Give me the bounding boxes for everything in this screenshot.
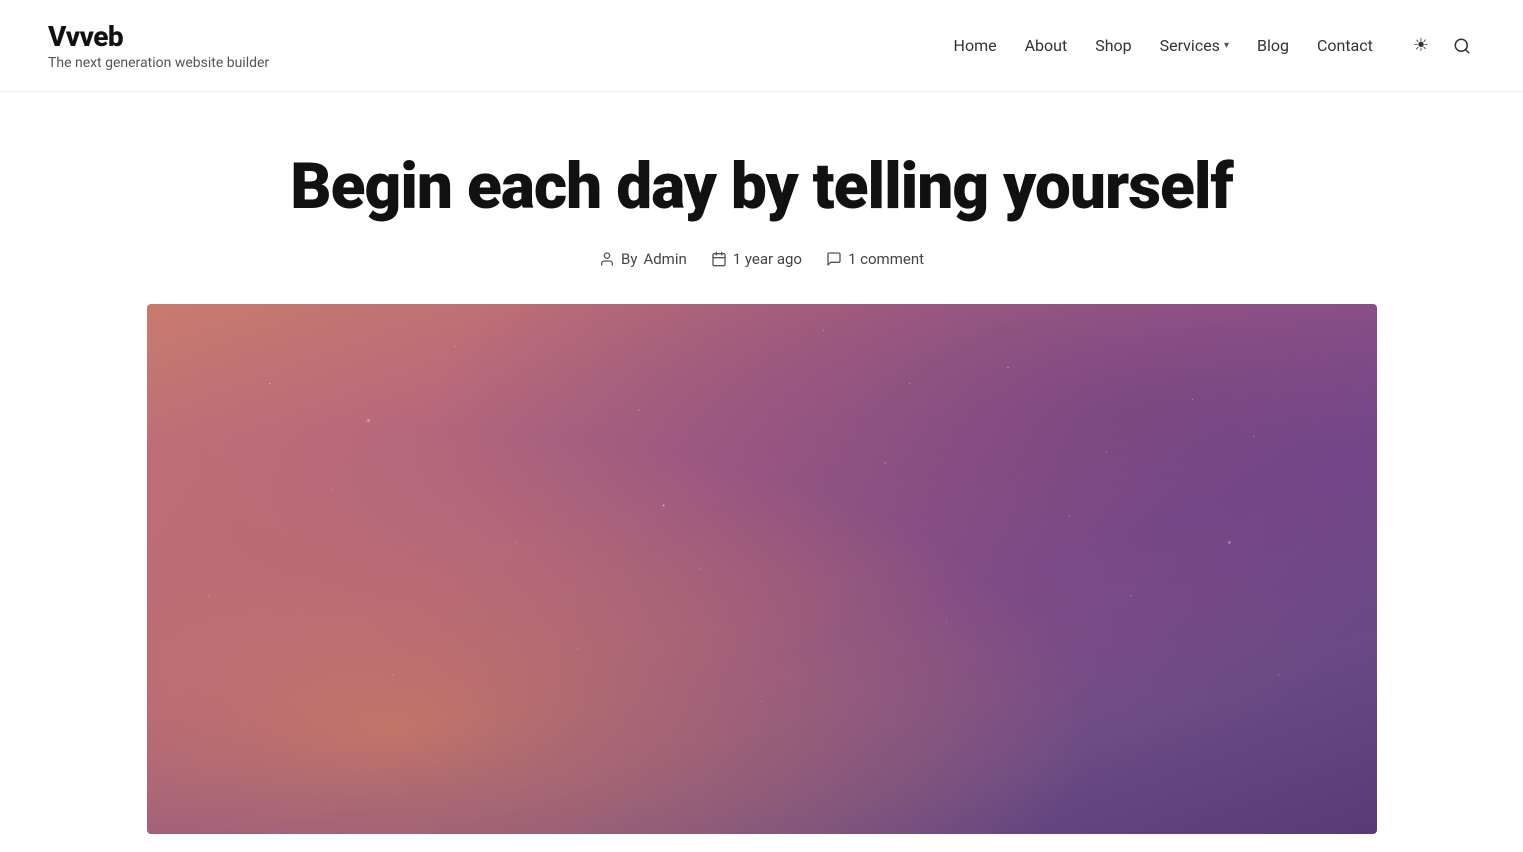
nav-item-about[interactable]: About: [1025, 36, 1068, 55]
nav-item-services[interactable]: Services ▾: [1160, 36, 1229, 55]
search-icon: [1453, 37, 1471, 55]
post-title: Begin each day by telling yourself: [290, 152, 1232, 222]
site-brand: Vvveb The next generation website builde…: [48, 20, 269, 71]
main-content: Begin each day by telling yourself By Ad…: [0, 92, 1523, 834]
post-meta: By Admin 1 year ago 1 comment: [599, 250, 924, 268]
author-name[interactable]: Admin: [643, 250, 686, 268]
chevron-down-icon: ▾: [1224, 40, 1229, 51]
nav-item-contact[interactable]: Contact: [1317, 36, 1373, 55]
post-comments-value[interactable]: 1 comment: [848, 250, 924, 268]
main-nav: Home About Shop Services ▾ Blog Contact …: [954, 31, 1475, 60]
site-header: Vvveb The next generation website builde…: [0, 0, 1523, 92]
site-tagline: The next generation website builder: [48, 55, 269, 71]
calendar-icon: [711, 251, 727, 267]
sun-icon: ☀: [1413, 35, 1429, 56]
post-date: 1 year ago: [711, 250, 802, 268]
nav-item-shop[interactable]: Shop: [1095, 36, 1131, 55]
author-label: By: [621, 250, 637, 268]
nav-icon-group: ☀: [1409, 31, 1475, 60]
post-comments: 1 comment: [826, 250, 924, 268]
post-featured-image: [147, 304, 1377, 834]
site-title[interactable]: Vvveb: [48, 20, 269, 53]
user-icon: [599, 251, 615, 267]
post-image-bg: [147, 304, 1377, 834]
theme-toggle-button[interactable]: ☀: [1409, 31, 1433, 60]
nav-item-blog[interactable]: Blog: [1257, 36, 1289, 55]
post-author: By Admin: [599, 250, 687, 268]
search-button[interactable]: [1449, 33, 1475, 59]
post-date-value: 1 year ago: [733, 250, 802, 268]
comment-icon: [826, 251, 842, 267]
nav-item-home[interactable]: Home: [954, 36, 997, 55]
